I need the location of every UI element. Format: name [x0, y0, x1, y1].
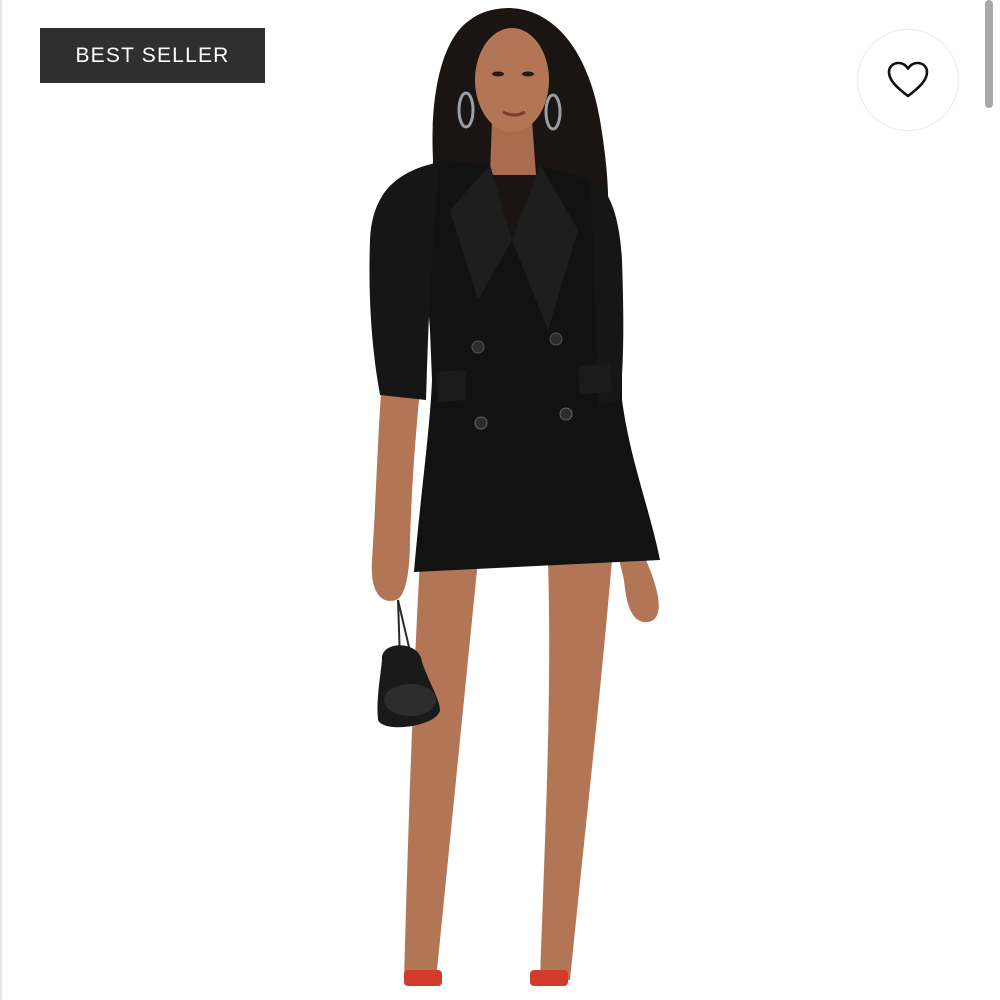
button-2: [549, 332, 563, 346]
sleeve-left: [369, 162, 440, 400]
best-seller-label: BEST SELLER: [75, 43, 230, 67]
shoe-strap-right: [530, 970, 568, 986]
shoe-strap-left: [404, 970, 442, 986]
arm-left: [371, 380, 420, 601]
leg-left: [404, 560, 478, 980]
product-screen: BEST SELLER: [0, 0, 1000, 1000]
button-4: [559, 407, 573, 421]
scrollbar-thumb[interactable]: [985, 0, 993, 108]
heart-outline-icon: [887, 61, 929, 98]
leg-right: [540, 560, 612, 980]
product-photo[interactable]: [0, 0, 1000, 1000]
button-3: [474, 416, 488, 430]
favorite-button[interactable]: [857, 29, 959, 131]
best-seller-badge: BEST SELLER: [40, 28, 265, 83]
button-1: [471, 340, 485, 354]
